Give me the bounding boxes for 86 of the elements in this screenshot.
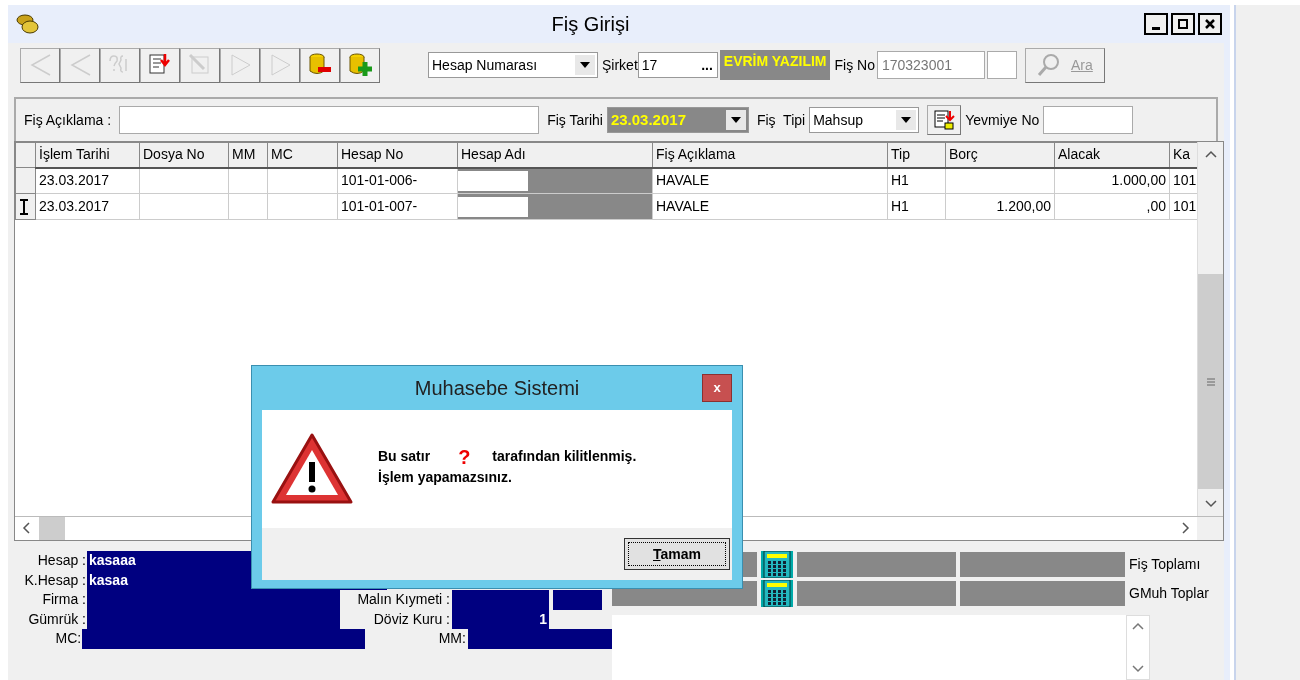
column-header[interactable]: Hesap No (337, 142, 458, 168)
coins-icon (16, 13, 40, 35)
document-arrow-icon (933, 109, 956, 131)
scroll-thumb[interactable] (39, 517, 65, 540)
table-cell: HAVALE (652, 193, 888, 220)
calculator-button[interactable] (761, 551, 793, 578)
redaction-patch (458, 196, 528, 217)
print-button[interactable] (927, 105, 962, 135)
type-label: Fiş Tipi (756, 110, 806, 130)
column-header[interactable]: Dosya No (139, 142, 229, 168)
table-cell: 101-01-006- (337, 167, 458, 194)
calculator-icon (761, 551, 793, 578)
info-label: Gümrük : (27, 609, 87, 629)
description-field[interactable] (119, 106, 540, 134)
grip-icon (1205, 377, 1216, 386)
search-icon (1037, 53, 1062, 77)
column-header[interactable]: İşlem Tarihi (35, 142, 140, 168)
browse-button[interactable]: ... (701, 54, 713, 76)
message-text: Bu satır (378, 447, 431, 466)
total-label: GMuh Toplar (1129, 584, 1209, 603)
info-label: Döviz Kuru : (372, 609, 450, 629)
close-icon (1205, 19, 1215, 29)
unknown-user-marker: ? (458, 447, 471, 467)
dialog-close-button[interactable]: x (702, 374, 732, 402)
dialog-title: Muhasebe Sistemi (413, 376, 581, 401)
calculator-button[interactable] (761, 580, 793, 607)
table-cell: 23.03.2017 (35, 167, 140, 194)
text-cursor-icon (19, 198, 29, 215)
maximize-button[interactable] (1171, 13, 1195, 35)
message-text: İşlem yapamazsınız. (378, 468, 513, 487)
row-indicator[interactable] (15, 193, 36, 220)
column-header[interactable]: Ka (1169, 142, 1197, 168)
maximize-icon (1178, 19, 1188, 29)
info-label: K.Hesap : (23, 570, 87, 590)
voucher-no-field[interactable]: 170323001 (876, 51, 985, 79)
table-cell: 101-01-007- (337, 193, 458, 220)
voucher-no-label: Fiş No (834, 55, 875, 75)
window-title: Fiş Girişi (550, 12, 631, 37)
column-header[interactable]: Tip (887, 142, 946, 168)
column-header[interactable]: MC (267, 142, 338, 168)
database-plus-icon (346, 51, 374, 79)
ok-button[interactable]: Tamam (624, 538, 730, 570)
info-label: Firma : (41, 590, 87, 609)
company-name: EVRİM YAZILIM (719, 50, 831, 80)
info-value (553, 590, 602, 610)
date-label: Fiş Tarihi (547, 110, 603, 130)
info-label: MM: (437, 629, 466, 648)
table-cell: HAVALE (652, 167, 888, 194)
close-button[interactable] (1198, 13, 1222, 35)
column-header[interactable]: Borç (945, 142, 1055, 168)
description-label: Fiş Açıklama : (24, 110, 112, 130)
notes-field[interactable] (612, 615, 1150, 680)
search-by-dropdown[interactable]: Hesap Numarası (428, 52, 598, 78)
minimize-button[interactable] (1144, 13, 1168, 35)
toolbar-button[interactable] (140, 47, 180, 83)
table-cell: H1 (887, 167, 946, 194)
company-label: Şirket (602, 55, 638, 75)
company-field[interactable]: 17 ... (637, 52, 718, 78)
column-header[interactable]: Alacak (1054, 142, 1170, 168)
journal-no-field[interactable] (1043, 106, 1134, 134)
column-header[interactable]: Hesap Adı (457, 142, 653, 168)
info-label: Hesap : (36, 551, 87, 570)
table-cell: 1.200,00 (945, 193, 1055, 220)
type-field[interactable]: Mahsup (809, 107, 920, 133)
info-label: Malın Kıymeti : (356, 590, 450, 609)
calculator-icon (761, 580, 793, 607)
toolbar-button[interactable] (340, 47, 380, 83)
table-cell: H1 (887, 193, 946, 220)
table-cell: 23.03.2017 (35, 193, 140, 220)
table-cell: ,00 (1054, 193, 1170, 220)
column-header[interactable]: MM (228, 142, 268, 168)
info-label: MC: (54, 629, 83, 648)
info-value: 1 (452, 609, 549, 629)
scroll-thumb[interactable] (1198, 274, 1223, 489)
total-label: Fiş Toplamı (1129, 555, 1201, 574)
toolbar-button[interactable] (300, 47, 340, 83)
voucher-extra-field[interactable] (986, 51, 1017, 79)
column-header[interactable]: Fiş Açıklama (652, 142, 888, 168)
message-text: tarafından kilitlenmiş. (492, 447, 637, 466)
notes-scrollbar[interactable] (1126, 615, 1150, 680)
table-cell: 1.000,00 (1054, 167, 1170, 194)
warning-icon (270, 432, 354, 506)
minimize-icon (1152, 26, 1160, 30)
redaction-patch (458, 170, 528, 191)
vertical-scrollbar[interactable] (1197, 142, 1223, 516)
journal-no-label: Yevmiye No (965, 110, 1040, 130)
